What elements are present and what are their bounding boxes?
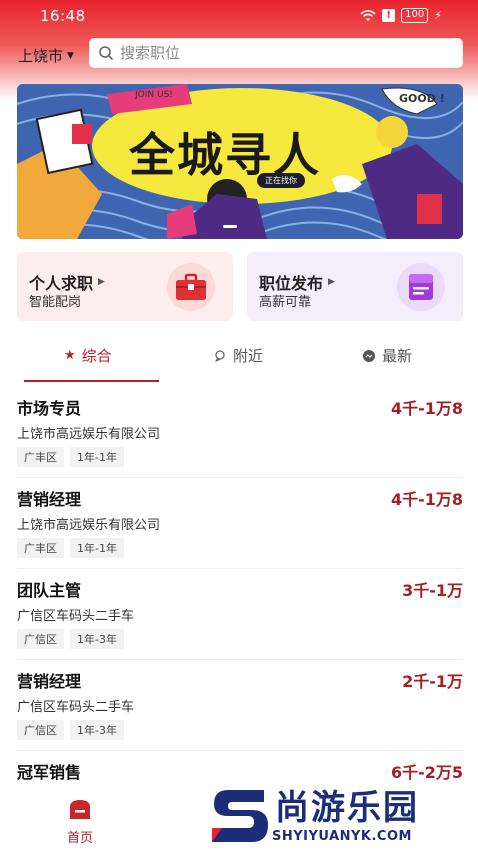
city-selector[interactable]: 上饶市 ▼: [18, 45, 74, 66]
job-tag: 广信区: [17, 629, 64, 649]
job-tags: 广丰区 1年-1年: [17, 447, 124, 467]
banner-bubble-text: GOOD !: [399, 92, 445, 105]
job-title: 冠军销售: [17, 763, 82, 782]
star-icon: ★: [64, 348, 76, 363]
card-subtitle: 高薪可靠: [259, 295, 312, 310]
notification-icon: !: [382, 9, 396, 22]
watermark-logo-icon: [212, 790, 268, 842]
job-tag: 1年-3年: [70, 720, 124, 740]
job-tag: 广信区: [17, 720, 64, 740]
job-title: 团队主管: [17, 581, 82, 600]
tab-label: 附近: [233, 347, 264, 365]
promo-banner[interactable]: JOIN US! GOOD ! 全城寻人 正在找你: [17, 84, 463, 239]
job-tags: 广信区 1年-3年: [17, 720, 124, 740]
job-salary: 2千-1万: [402, 672, 463, 691]
active-tab-indicator: [24, 380, 159, 382]
job-title: 营销经理: [17, 672, 82, 691]
job-company: 广信区车码头二手车: [17, 609, 135, 624]
job-tag: 广丰区: [17, 538, 64, 558]
banner-join-text: JOIN US!: [135, 90, 173, 100]
job-company: 上饶市高远娱乐有限公司: [17, 427, 161, 442]
job-tags: 广信区 1年-3年: [17, 629, 124, 649]
job-list-item[interactable]: 市场专员 4千-1万8 上饶市高远娱乐有限公司 广丰区 1年-1年: [17, 388, 463, 478]
pagination-dot: [223, 225, 237, 228]
document-icon: [409, 274, 433, 300]
job-salary: 4千-1万8: [390, 399, 463, 418]
job-tag: 1年-1年: [70, 447, 124, 467]
caret-down-icon: ▼: [67, 50, 74, 61]
banner-pagination: [223, 225, 237, 228]
home-icon: [70, 800, 90, 819]
watermark-text: 尚游乐园: [275, 788, 419, 828]
job-tag: 1年-1年: [70, 538, 124, 558]
search-bar[interactable]: [89, 38, 463, 68]
job-tag: 1年-3年: [70, 629, 124, 649]
briefcase-icon: [176, 273, 206, 300]
status-time: 16:48: [40, 7, 86, 25]
search-input[interactable]: [120, 44, 440, 62]
nav-home[interactable]: 首页: [60, 797, 100, 846]
job-seeking-card[interactable]: 个人求职 ▶ 智能配岗: [17, 252, 233, 321]
search-icon: [99, 46, 114, 61]
status-bar: 16:48 ! 100 ⚡: [0, 0, 478, 32]
job-salary: 3千-1万: [402, 581, 463, 600]
chat-icon: [363, 349, 375, 362]
job-title: 营销经理: [17, 490, 82, 509]
battery-icon: 100: [401, 8, 429, 23]
job-filter-tabs: ★ 综合 附近 最新: [0, 345, 478, 383]
nav-home-label: 首页: [66, 831, 93, 846]
status-icons: ! 100 ⚡: [360, 8, 442, 23]
tab-label: 综合: [81, 347, 112, 365]
job-list-item[interactable]: 营销经理 4千-1万8 上饶市高远娱乐有限公司 广丰区 1年-1年: [17, 479, 463, 569]
card-icon-container: [167, 263, 215, 311]
job-company: 广信区车码头二手车: [17, 700, 135, 715]
tab-nearby[interactable]: 附近: [213, 345, 263, 366]
arrow-right-icon: ▶: [98, 277, 105, 287]
wifi-icon: [360, 9, 376, 21]
job-list-item[interactable]: 营销经理 2千-1万 广信区车码头二手车 广信区 1年-3年: [17, 661, 463, 751]
job-title: 市场专员: [17, 399, 82, 418]
job-posting-card[interactable]: 职位发布 ▶ 高薪可靠: [247, 252, 463, 321]
arrow-right-icon: ▶: [328, 277, 335, 287]
job-company: 上饶市高远娱乐有限公司: [17, 518, 161, 533]
job-tags: 广丰区 1年-1年: [17, 538, 124, 558]
tab-latest[interactable]: 最新: [362, 345, 412, 366]
tab-comprehensive[interactable]: ★ 综合: [64, 345, 112, 366]
banner-badge: 正在找你: [257, 173, 305, 188]
card-icon-container: [397, 263, 445, 311]
job-salary: 4千-1万8: [390, 490, 463, 509]
city-label: 上饶市: [18, 47, 64, 65]
job-list-item[interactable]: 团队主管 3千-1万 广信区车码头二手车 广信区 1年-3年: [17, 570, 463, 660]
job-tag: 广丰区: [17, 447, 64, 467]
tab-label: 最新: [382, 347, 413, 365]
charging-icon: ⚡: [434, 9, 442, 22]
location-icon: [215, 349, 225, 362]
card-subtitle: 智能配岗: [29, 295, 82, 310]
watermark-url: SHYIYUANYK.COM: [272, 829, 412, 844]
